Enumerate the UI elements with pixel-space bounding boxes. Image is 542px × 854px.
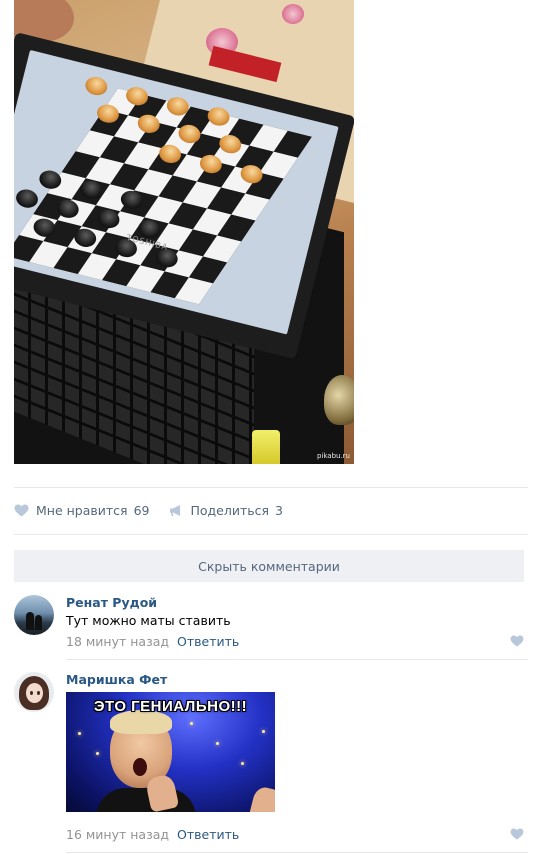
share-count: 3 <box>275 502 283 518</box>
meme-shirt <box>96 788 196 812</box>
comment: Ренат Рудой Тут можно маты ставить 18 ми… <box>14 595 524 659</box>
avatar-face <box>26 683 43 703</box>
comment-time[interactable]: 18 минут назад <box>66 634 169 649</box>
comment-time[interactable]: 16 минут назад <box>66 827 169 842</box>
avatar-eye <box>37 691 40 695</box>
photo-black-checker <box>14 187 40 211</box>
comment-text: Тут можно маты ставить <box>66 613 231 628</box>
photo-flower-pattern <box>282 4 304 24</box>
share-label: Поделиться <box>190 502 270 518</box>
meme-light <box>78 732 81 735</box>
comment-meta: 16 минут назад Ответить <box>66 826 239 844</box>
heart-icon <box>14 504 29 517</box>
divider <box>14 487 528 488</box>
reply-link[interactable]: Ответить <box>177 827 239 842</box>
like-button[interactable]: Мне нравится 69 <box>14 503 149 518</box>
avatar[interactable] <box>14 672 54 712</box>
like-label: Мне нравится <box>36 502 128 518</box>
comment-author[interactable]: Ренат Рудой <box>66 595 524 611</box>
photo-yellow-lighter <box>252 430 280 464</box>
meme-light <box>190 722 193 725</box>
meme-caption: ЭТО ГЕНИАЛЬНО!!! <box>93 698 248 715</box>
hide-comments-button[interactable]: Скрыть комментарии <box>14 550 524 582</box>
meme-light <box>216 742 219 745</box>
meme-light <box>241 762 244 765</box>
share-button[interactable]: Поделиться 3 <box>169 503 283 518</box>
post-photo[interactable]: TOSHIBA pikabu.ru <box>14 0 354 464</box>
comment-body: Ренат Рудой Тут можно маты ставить 18 ми… <box>66 595 524 651</box>
heart-icon[interactable] <box>510 635 524 647</box>
like-count: 69 <box>133 502 150 518</box>
avatar-silhouette <box>26 612 34 630</box>
divider <box>66 659 528 660</box>
meme-mouth <box>133 758 147 776</box>
megaphone-icon <box>170 504 181 516</box>
heart-icon[interactable] <box>510 828 524 840</box>
meme-light <box>96 752 99 755</box>
photo-checkers-board <box>14 88 313 305</box>
meme-light <box>262 730 265 733</box>
avatar[interactable] <box>14 595 54 635</box>
divider <box>66 852 528 853</box>
meme-hand <box>248 785 275 812</box>
avatar-silhouette <box>35 615 42 630</box>
photo-glass <box>324 375 354 425</box>
comment-meta: 18 минут назад Ответить <box>66 633 524 651</box>
photo-watermark: pikabu.ru <box>316 452 350 460</box>
meme-hand <box>144 773 180 812</box>
comment-image[interactable]: ЭТО ГЕНИАЛЬНО!!! <box>66 692 275 812</box>
reply-link[interactable]: Ответить <box>177 634 239 649</box>
photo-white-checker <box>83 74 110 98</box>
post-actions: Мне нравится 69 Поделиться 3 <box>14 499 303 521</box>
divider <box>14 534 528 535</box>
avatar-eye <box>30 691 33 695</box>
comment: Маришка Фет ЭТО ГЕНИАЛЬНО!!! 16 минут на… <box>14 672 524 848</box>
comment-body: Маришка Фет <box>66 672 524 692</box>
comment-author[interactable]: Маришка Фет <box>66 672 524 688</box>
